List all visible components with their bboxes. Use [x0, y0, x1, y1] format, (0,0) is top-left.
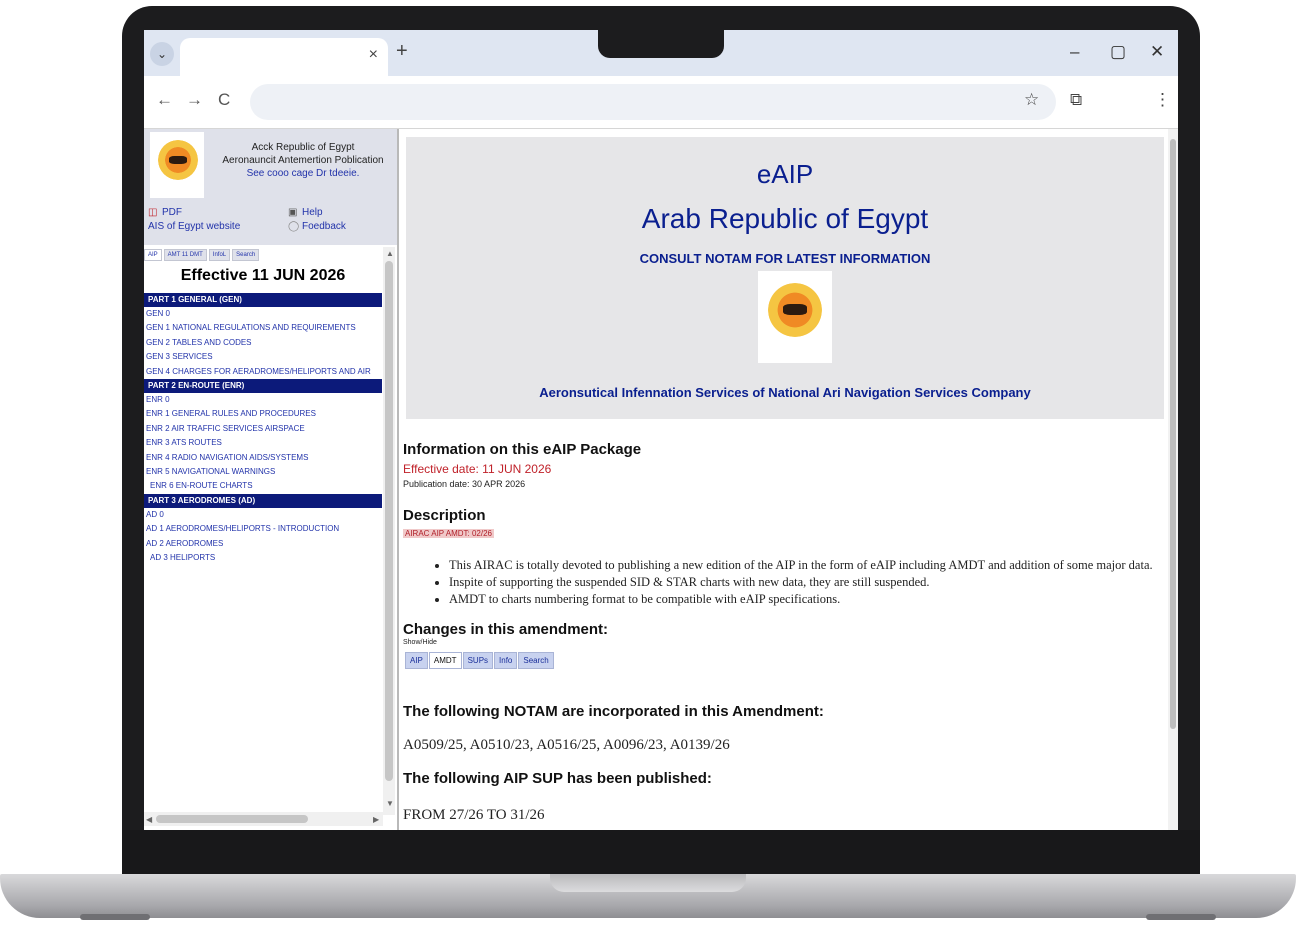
amendment-tag: AIRAC AIP AMDT: 02/26 — [403, 529, 495, 538]
website-link[interactable]: AIS of Egypt website — [148, 221, 240, 232]
minimize-icon[interactable]: – — [1070, 42, 1079, 62]
banner-organisation: Aeronsutical Infennation Services of Nat… — [539, 385, 1031, 400]
forward-arrow-icon[interactable]: → — [186, 90, 203, 110]
changes-tab-aip[interactable]: AIP — [405, 652, 428, 669]
changes-toggle[interactable]: Show/Hide — [403, 639, 437, 646]
tab-search[interactable]: Search — [232, 249, 260, 261]
laptop-foot-right — [1146, 914, 1216, 920]
new-tab-icon[interactable]: + — [396, 40, 408, 63]
camera-notch — [598, 22, 724, 58]
tab-close-icon[interactable]: × — [369, 46, 378, 64]
changes-tab-search[interactable]: Search — [518, 652, 554, 669]
toc-item[interactable]: GEN 4 CHARGES FOR AERADROMES/HELIPORTS A… — [144, 365, 382, 379]
tab-search-chevron-icon[interactable]: ⌄ — [150, 42, 174, 66]
laptop-screen: ⌄ × + – ▢ ✕ ← → C ☆ ⧉ ⋮ Acck Republic of… — [144, 30, 1178, 830]
scroll-up-arrow-icon[interactable]: ▲ — [386, 249, 394, 258]
nav-header-title: Acck Republic of Egypt Aeronauncit Antem… — [210, 141, 396, 180]
laptop-opening-groove — [550, 874, 746, 892]
tab-aip[interactable]: AIP — [144, 249, 162, 261]
nav-tabs: AIP AMT 11 DMT InfoL Search — [144, 249, 384, 263]
toc-item[interactable]: ENR 3 ATS ROUTES — [144, 436, 382, 450]
pdf-link[interactable]: PDF — [162, 207, 182, 218]
reload-icon[interactable]: C — [218, 90, 230, 110]
scroll-down-arrow-icon[interactable]: ▼ — [386, 799, 394, 808]
effective-date-line: Effective date: 11 JUN 2026 — [403, 462, 552, 476]
toc-item[interactable]: ENR 1 GENERAL RULES AND PROCEDURES — [144, 407, 382, 421]
toc-item[interactable]: ENR 4 RADIO NAVIGATION AIDS/SYSTEMS — [144, 451, 382, 465]
sup-heading: The following AIP SUP has been published… — [403, 770, 712, 787]
description-bullet: AMDT to charts numbering format to be co… — [449, 591, 1153, 608]
changes-heading: Changes in this amendment: — [403, 621, 609, 638]
content-scroll-thumb[interactable] — [1170, 139, 1176, 729]
back-arrow-icon[interactable]: ← — [156, 90, 173, 110]
publication-date-line: Publication date: 30 APR 2026 — [403, 479, 526, 489]
emblem-eye-icon — [169, 156, 187, 164]
changes-tabs: AIP AMDT SUPs Info Search — [405, 652, 555, 669]
help-link[interactable]: Help — [302, 207, 323, 218]
toc-item[interactable]: ENR 2 AIR TRAFFIC SERVICES AIRSPACE — [144, 422, 382, 436]
toc-item[interactable]: GEN 2 TABLES AND CODES — [144, 336, 382, 350]
feedback-link[interactable]: Foedback — [302, 221, 346, 232]
toc-item[interactable]: AD 0 — [144, 508, 382, 522]
info-heading: Information on this eAIP Package — [403, 441, 642, 458]
toc-item[interactable]: GEN 1 NATIONAL REGULATIONS AND REQUIREME… — [144, 321, 382, 335]
banner-country: Arab Republic of Egypt — [641, 203, 929, 234]
changes-tab-sups[interactable]: SUPs — [462, 652, 494, 669]
toc-item[interactable]: ENR 5 NAVIGATIONAL WARNINGS — [144, 465, 382, 479]
toc-item[interactable]: AD 2 AERODROMES — [144, 537, 382, 551]
content-frame: eAIP Arab Republic of Egypt CONSULT NOTA… — [399, 129, 1178, 830]
notam-list: A0509/25, A0510/23, A0516/25, A0096/23, … — [403, 737, 730, 753]
description-heading: Description — [403, 507, 486, 524]
laptop-foot-left — [80, 914, 150, 920]
description-bullet: This AIRAC is totally devoted to publish… — [449, 557, 1153, 574]
toc-item[interactable]: AD 1 AERODROMES/HELIPORTS - INTRODUCTION — [144, 522, 382, 536]
toc-item[interactable]: GEN 3 SERVICES — [144, 350, 382, 364]
nav-header: Acck Republic of Egypt Aeronauncit Antem… — [144, 129, 397, 201]
browser-toolbar: ← → C ☆ ⧉ ⋮ — [144, 76, 1178, 129]
nav-links: ◫ PDF AIS of Egypt website ▣ Help ◯ Foed… — [144, 201, 397, 245]
pdf-icon[interactable]: ◫ — [148, 207, 157, 218]
toc-item[interactable]: ENR 6 EN-ROUTE CHARTS — [144, 479, 382, 493]
nav-vertical-scroll-thumb[interactable] — [385, 261, 393, 781]
address-bar[interactable] — [250, 84, 1056, 120]
browser-menu-icon[interactable]: ⋮ — [1154, 90, 1171, 110]
toc-item[interactable]: ENR 0 — [144, 393, 382, 407]
changes-tab-info[interactable]: Info — [494, 652, 518, 669]
toc-section-gen[interactable]: PART 1 GENERAL (GEN) — [144, 293, 382, 307]
feedback-icon[interactable]: ◯ — [288, 221, 299, 232]
toc-list: PART 1 GENERAL (GEN) GEN 0 GEN 1 NATIONA… — [144, 293, 382, 566]
toc-section-enr[interactable]: PART 2 EN-ROUTE (ENR) — [144, 379, 382, 394]
header-cover-link[interactable]: See cooo cage Dr tdeeie. — [210, 167, 396, 180]
window-close-icon[interactable]: ✕ — [1150, 42, 1164, 62]
tab-info[interactable]: InfoL — [208, 249, 231, 261]
banner-consult-notice: CONSULT NOTAM FOR LATEST INFORMATION — [639, 251, 931, 266]
effective-date-heading: Effective 11 JUN 2026 — [180, 267, 346, 284]
description-bullets: This AIRAC is totally devoted to publish… — [435, 557, 1153, 608]
scroll-right-arrow-icon[interactable]: ▶ — [373, 815, 379, 824]
restore-icon[interactable]: ▢ — [1110, 42, 1126, 62]
tab-amdt[interactable]: AMT 11 DMT — [163, 249, 207, 261]
browser-tab[interactable]: × — [180, 38, 388, 76]
bookmark-star-icon[interactable]: ☆ — [1024, 90, 1039, 110]
help-icon[interactable]: ▣ — [288, 207, 297, 218]
changes-tab-amdt[interactable]: AMDT — [428, 652, 462, 669]
banner-title: eAIP — [756, 159, 814, 189]
eaip-banner: eAIP Arab Republic of Egypt CONSULT NOTA… — [406, 137, 1164, 419]
notam-heading: The following NOTAM are incorporated in … — [403, 703, 824, 720]
emblem-eye-icon — [783, 304, 807, 315]
navigation-frame: Acck Republic of Egypt Aeronauncit Antem… — [144, 129, 399, 830]
laptop-chin — [122, 830, 1200, 874]
egypt-ais-logo — [150, 132, 204, 198]
toc-item[interactable]: AD 3 HELIPORTS — [144, 551, 382, 565]
nav-horizontal-scroll-thumb[interactable] — [156, 815, 308, 823]
description-bullet: Inspite of supporting the suspended SID … — [449, 574, 1153, 591]
extensions-icon[interactable]: ⧉ — [1070, 90, 1082, 110]
scroll-left-arrow-icon[interactable]: ◀ — [146, 815, 152, 824]
banner-logo — [758, 271, 832, 363]
toc-section-ad[interactable]: PART 3 AERODROMES (AD) — [144, 493, 382, 508]
sup-list: FROM 27/26 TO 31/26 — [403, 807, 545, 823]
header-publication: Aeronauncit Antemertion Poblication — [222, 155, 384, 166]
toc-item[interactable]: GEN 0 — [144, 307, 382, 321]
header-country: Acck Republic of Egypt — [251, 142, 355, 153]
